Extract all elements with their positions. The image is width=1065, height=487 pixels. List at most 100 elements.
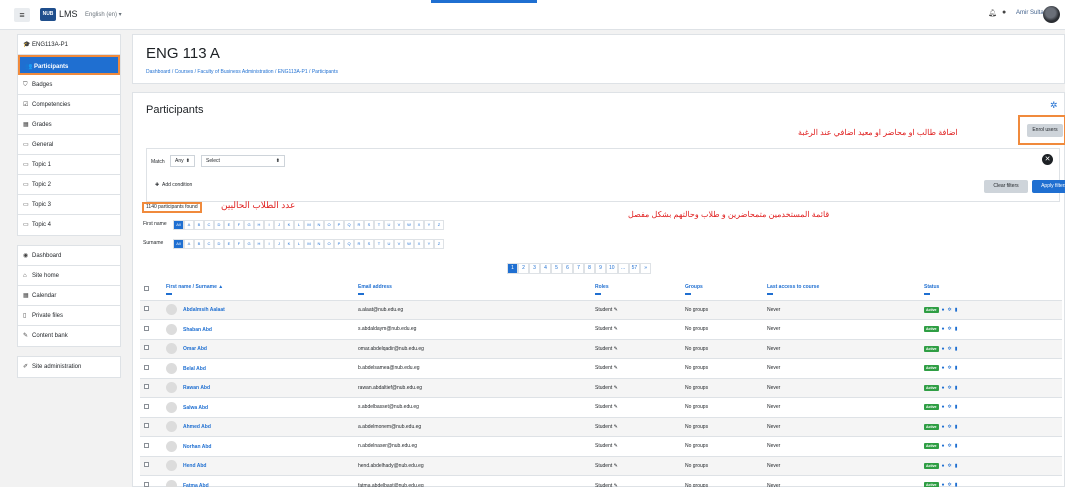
gear-icon[interactable]: ✲ (948, 385, 952, 391)
page-link[interactable]: 6 (562, 263, 573, 274)
trash-icon[interactable]: ▮ (955, 482, 958, 487)
info-icon[interactable]: ● (942, 463, 945, 469)
initial-letter-c[interactable]: C (204, 219, 214, 230)
role-cell[interactable]: Student ✎ (591, 416, 681, 437)
sidebar-item-site-home[interactable]: ⌂ Site home (18, 266, 120, 286)
page-link[interactable]: » (640, 263, 652, 274)
participant-name-link[interactable]: Rawan Abd (183, 385, 210, 391)
row-checkbox[interactable] (144, 462, 149, 468)
initial-letter-e[interactable]: E (224, 219, 234, 230)
initial-letter-d[interactable]: D (214, 238, 224, 249)
initial-letter-o[interactable]: O (324, 238, 334, 249)
initial-letter-p[interactable]: P (334, 219, 344, 230)
initial-letter-b[interactable]: B (194, 238, 204, 249)
initial-letter-s[interactable]: S (364, 238, 374, 249)
gear-icon[interactable]: ✲ (948, 443, 952, 449)
participant-name-link[interactable]: Ahmed Abd (183, 424, 211, 430)
sidebar-item-private-files[interactable]: ▯ Private files (18, 306, 120, 326)
select-all-checkbox[interactable] (144, 286, 149, 292)
gear-icon[interactable]: ✲ (948, 326, 952, 332)
page-link[interactable]: 7 (573, 263, 584, 274)
role-cell[interactable]: Student ✎ (591, 377, 681, 398)
initial-letter-h[interactable]: H (254, 219, 264, 230)
initial-letter-q[interactable]: Q (344, 219, 354, 230)
row-checkbox[interactable] (144, 325, 149, 331)
initial-letter-a[interactable]: A (184, 238, 194, 249)
role-cell[interactable]: Student ✎ (591, 299, 681, 320)
sidebar-item-content-bank[interactable]: ✎ Content bank (18, 326, 120, 346)
info-icon[interactable]: ● (942, 404, 945, 410)
hamburger-icon[interactable]: ≡ (14, 8, 30, 22)
sidebar-item-topic-4[interactable]: ▭ Topic 4 (18, 215, 120, 235)
gear-icon[interactable]: ✲ (948, 346, 952, 352)
initial-letter-g[interactable]: G (244, 238, 254, 249)
initial-letter-l[interactable]: L (294, 219, 304, 230)
participant-name-link[interactable]: Omar Abd (183, 346, 207, 352)
gear-icon[interactable]: ✲ (948, 307, 952, 313)
info-icon[interactable]: ● (942, 424, 945, 430)
sidebar-item-site-administration[interactable]: ✐ Site administration (18, 357, 120, 377)
page-link[interactable]: 3 (529, 263, 540, 274)
col-roles[interactable]: Roles (591, 280, 681, 301)
participant-name-link[interactable]: Hend Abd (183, 463, 206, 469)
initial-letter-all[interactable]: All (173, 238, 184, 249)
info-icon[interactable]: ● (942, 365, 945, 371)
info-icon[interactable]: ● (942, 307, 945, 313)
info-icon[interactable]: ● (942, 385, 945, 391)
avatar[interactable] (1043, 6, 1060, 23)
trash-icon[interactable]: ▮ (955, 346, 958, 352)
chat-icon[interactable]: ● (1002, 9, 1006, 16)
sidebar-item-dashboard[interactable]: ◉ Dashboard (18, 246, 120, 266)
trash-icon[interactable]: ▮ (955, 326, 958, 332)
info-icon[interactable]: ● (942, 482, 945, 487)
initial-letter-r[interactable]: R (354, 238, 364, 249)
initial-letter-g[interactable]: G (244, 219, 254, 230)
page-link[interactable]: 10 (606, 263, 618, 274)
row-checkbox[interactable] (144, 442, 149, 448)
col-groups[interactable]: Groups (681, 280, 763, 301)
participant-name-link[interactable]: Abdalmsih Aalaat (183, 307, 225, 313)
col-email[interactable]: Email address (354, 280, 591, 301)
initial-letter-u[interactable]: U (384, 219, 394, 230)
participant-name-link[interactable]: Shaban Abd (183, 327, 212, 333)
sidebar-item-competencies[interactable]: ☑ Competencies (18, 95, 120, 115)
language-menu[interactable]: English (en) ▾ (85, 11, 122, 18)
initial-letter-w[interactable]: W (404, 219, 414, 230)
participant-name-link[interactable]: Belal Abd (183, 366, 206, 372)
page-link[interactable]: ... (617, 263, 629, 274)
trash-icon[interactable]: ▮ (955, 443, 958, 449)
initial-letter-d[interactable]: D (214, 219, 224, 230)
initial-letter-e[interactable]: E (224, 238, 234, 249)
row-checkbox[interactable] (144, 384, 149, 390)
initial-letter-x[interactable]: X (414, 238, 424, 249)
initial-letter-s[interactable]: S (364, 219, 374, 230)
initial-letter-q[interactable]: Q (344, 238, 354, 249)
info-icon[interactable]: ● (942, 346, 945, 352)
gear-icon[interactable]: ✲ (948, 463, 952, 469)
initial-letter-m[interactable]: M (304, 238, 314, 249)
clear-filters-button[interactable]: Clear filters (984, 180, 1028, 193)
nub-logo[interactable]: NUB (40, 8, 56, 21)
role-cell[interactable]: Student ✎ (591, 455, 681, 476)
initial-letter-f[interactable]: F (234, 238, 244, 249)
initial-letter-m[interactable]: M (304, 219, 314, 230)
page-link[interactable]: 2 (518, 263, 529, 274)
initial-letter-a[interactable]: A (184, 219, 194, 230)
trash-icon[interactable]: ▮ (955, 463, 958, 469)
info-icon[interactable]: ● (942, 326, 945, 332)
row-checkbox[interactable] (144, 423, 149, 429)
initial-letter-k[interactable]: K (284, 219, 294, 230)
initial-letter-r[interactable]: R (354, 219, 364, 230)
apply-filters-button[interactable]: Apply filters (1032, 180, 1065, 193)
trash-icon[interactable]: ▮ (955, 424, 958, 430)
initial-letter-v[interactable]: V (394, 238, 404, 249)
sidebar-item-participants[interactable]: 👥 Participants (18, 55, 120, 75)
gear-icon[interactable]: ✲ (948, 482, 952, 487)
initial-letter-n[interactable]: N (314, 238, 324, 249)
sidebar-item-badges[interactable]: ⛉ Badges (18, 75, 120, 95)
initial-letter-y[interactable]: Y (424, 219, 434, 230)
gear-icon[interactable]: ✲ (948, 365, 952, 371)
role-cell[interactable]: Student ✎ (591, 397, 681, 417)
col-name[interactable]: First name / Surname ▲ (162, 280, 354, 301)
initial-letter-f[interactable]: F (234, 219, 244, 230)
